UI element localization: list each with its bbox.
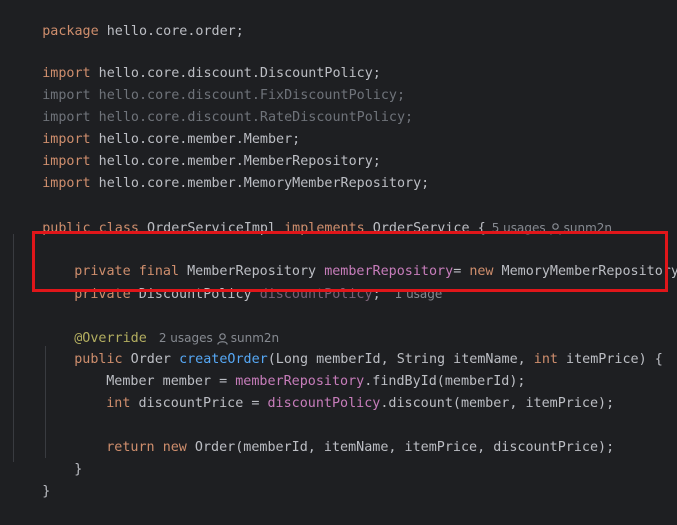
brace: }	[42, 484, 50, 499]
statement-text: discountPrice =	[130, 396, 267, 411]
code-line-return[interactable]: return new Order(memberId, itemName, ite…	[74, 415, 614, 437]
import-path: hello.core.member.MemoryMemberRepository…	[91, 176, 430, 191]
code-line-import[interactable]: import hello.core.member.Member;	[10, 107, 300, 129]
brace: }	[74, 462, 82, 477]
code-line-statement[interactable]: Member member = memberRepository.findByI…	[74, 349, 526, 371]
highlight-box	[32, 231, 668, 292]
code-line-import-unused[interactable]: import hello.core.discount.FixDiscountPo…	[10, 63, 405, 85]
code-line-package[interactable]: package hello.core.order;	[10, 0, 244, 21]
code-line-statement[interactable]: int discountPrice = discountPolicy.disco…	[74, 371, 614, 393]
package-name: hello.core.order;	[99, 24, 244, 39]
code-line-method-signature[interactable]: public Order createOrder(Long memberId, …	[42, 327, 663, 349]
keyword: package	[42, 24, 98, 39]
keyword: return	[106, 440, 154, 455]
code-line-override[interactable]: @Override2 usagessunm2n	[42, 305, 279, 327]
code-line-import[interactable]: import hello.core.discount.DiscountPolic…	[10, 41, 381, 63]
indent-guide	[13, 234, 14, 462]
code-editor[interactable]: package hello.core.order; import hello.c…	[0, 0, 677, 485]
params: itemPrice) {	[558, 352, 663, 367]
statement-text: Order(memberId, itemName, itemPrice, dis…	[187, 440, 614, 455]
field-reference: discountPolicy	[268, 396, 381, 411]
code-line-class-declaration[interactable]: public class OrderServiceImpl implements…	[10, 195, 612, 217]
code-line-close-method[interactable]: }	[42, 437, 82, 459]
keyword: new	[163, 440, 187, 455]
code-line-import[interactable]: import hello.core.member.MemberRepositor…	[10, 129, 381, 151]
code-line-import[interactable]: import hello.core.member.MemoryMemberRep…	[10, 151, 429, 173]
code-line-import-unused[interactable]: import hello.core.discount.RateDiscountP…	[10, 85, 413, 107]
keyword: int	[106, 396, 130, 411]
keyword: int	[534, 352, 558, 367]
keyword: import	[42, 176, 90, 191]
statement-text: .discount(member, itemPrice);	[380, 396, 614, 411]
code-line-close-class[interactable]: }	[10, 459, 50, 481]
